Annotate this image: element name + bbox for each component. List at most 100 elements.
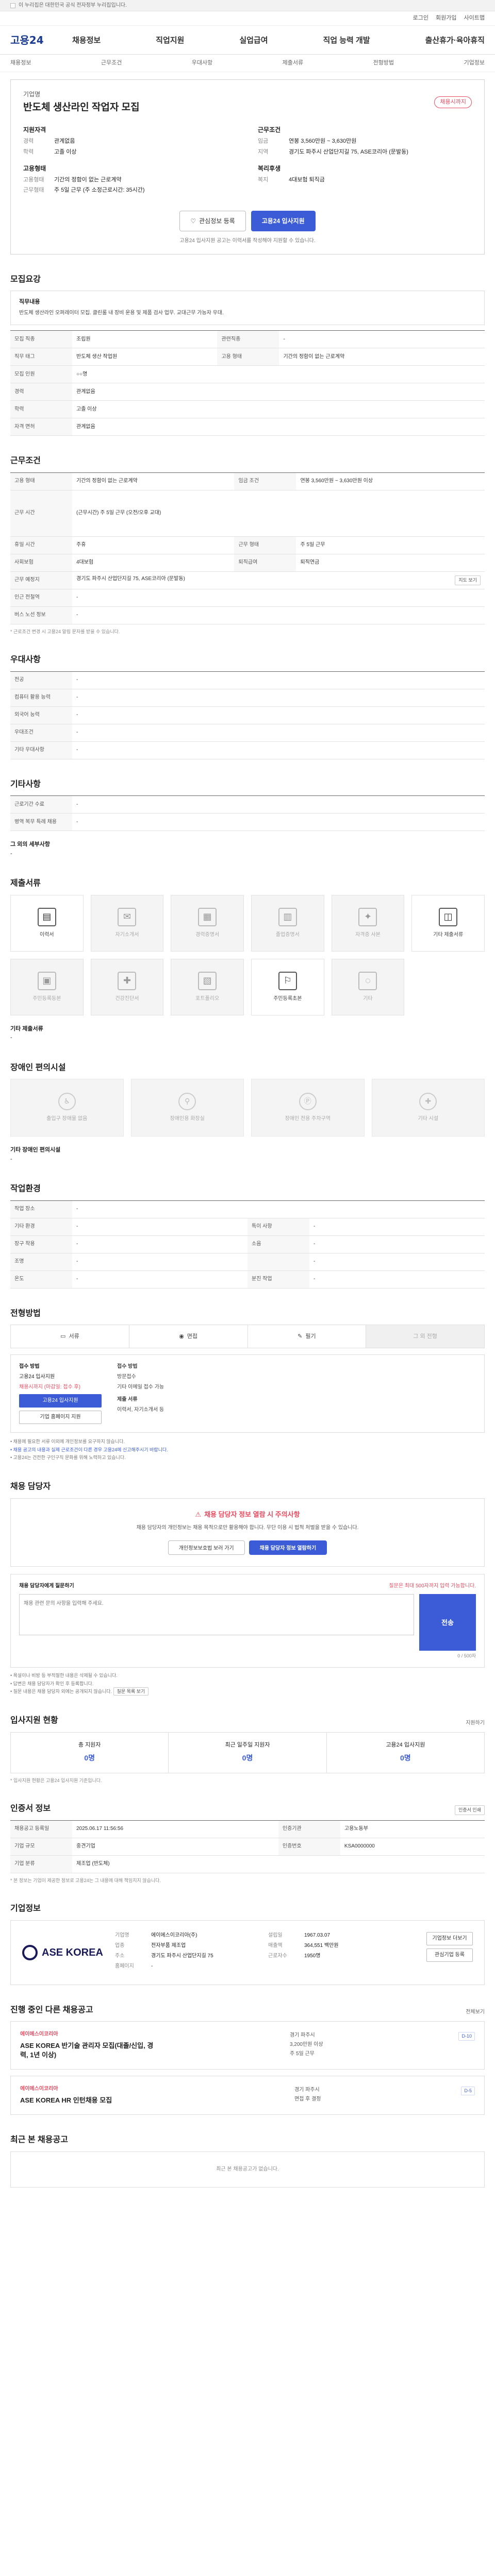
sitemap-link[interactable]: 사이트맵 [464, 14, 485, 22]
tab-other[interactable]: 그 외 전형 [366, 1325, 484, 1348]
job-title: ASE KOREA HR 인턴채용 모집 [20, 2096, 112, 2105]
th: 작업 장소 [10, 1200, 72, 1218]
section-label: 복리후생 [258, 164, 281, 172]
question-box: 채용 담당자에게 질문하기질문은 최대 500자까지 입력 가능합니다. 전송 … [10, 1573, 485, 1668]
doc-item: ▧ 포트폴리오 [171, 958, 244, 1015]
welfare-item: ✚ 기타 시설 [371, 1079, 485, 1137]
row-value: 경기도 파주시 산업단지길 75, ASE코리아 (문발동) [289, 148, 408, 155]
recruit-table: 모집 직종 조립원 관련직종 - 직무 태그 반도체 생산 작업원 고용 형태 기간의 정함이… [10, 330, 485, 436]
section-title: 모집요강 [10, 275, 41, 284]
q-label: 채용 담당자에게 질문하기 [19, 1583, 74, 1589]
gnb-training[interactable]: 직업 능력 개발 [323, 35, 370, 46]
snb-method[interactable]: 전형방법 [373, 59, 394, 67]
snb-pref[interactable]: 우대사항 [192, 59, 212, 67]
snb-company[interactable]: 기업정보 [464, 59, 484, 67]
method-note: • 채용에 필요한 서류 이외에 개인정보를 요구하지 않습니다. [10, 1439, 125, 1445]
meta-item: 경기 파주시 [294, 2087, 320, 2093]
apply-button-2[interactable]: 고용24 입사지원 [19, 1394, 102, 1408]
th [248, 1253, 309, 1271]
info-key: 기업명 [115, 1932, 129, 1938]
doc-label: 경력증명서 [195, 931, 220, 938]
info-key: 근로자수 [268, 1953, 287, 1959]
td: 기간의 정함이 없는 근로계약 [279, 348, 485, 366]
th: 외국어 능력 [10, 706, 72, 724]
gnb-support[interactable]: 직업지원 [156, 35, 184, 46]
method-period: 채용시까지 (마감일: 접수 후) [19, 1384, 80, 1391]
login-link[interactable]: 로그인 [413, 14, 428, 22]
document-icon: ▣ [37, 971, 56, 990]
stat-label: 총 지원자 [78, 1742, 101, 1749]
td: - [279, 330, 485, 349]
question-input[interactable] [19, 1594, 414, 1635]
td: - [72, 606, 485, 624]
heart-icon: ♡ [190, 217, 196, 225]
row-key: 근무형태 [23, 187, 44, 194]
privacy-law-button[interactable]: 개인정보보호법 보러 가기 [168, 1540, 245, 1555]
gnb-jobs[interactable]: 채용정보 [72, 35, 101, 46]
document-icon: ▤ [37, 907, 56, 926]
etc-value: - [10, 850, 12, 857]
td: 관계없음 [72, 418, 485, 436]
scrap-button[interactable]: ♡ 관심정보 등록 [179, 210, 246, 231]
question-list-button[interactable]: 질문 목록 보기 [113, 1687, 149, 1696]
td: 관계없음 [72, 383, 485, 401]
section-title: 인증서 정보 [10, 1804, 51, 1814]
th: 사회보험 [10, 554, 72, 572]
company-fav-button[interactable]: 관심기업 등록 [426, 1948, 473, 1962]
section-title: 진행 중인 다른 채용공고 [10, 2005, 93, 2014]
td: 4대보험 [72, 554, 235, 572]
join-link[interactable]: 회원가입 [436, 14, 456, 22]
q-notice: • 답변은 채용 담당자가 확인 후 등록합니다. [10, 1681, 94, 1686]
td: 주 5일 근무 [296, 536, 485, 554]
stat-label: 고용24 입사지원 [386, 1742, 425, 1749]
document-icon: ◫ [439, 907, 458, 926]
td: 기간의 정함이 없는 근로계약 [72, 472, 235, 490]
row-key: 임금 [258, 138, 269, 145]
tab-written[interactable]: ✎ 필기 [248, 1325, 367, 1348]
job-card[interactable]: 에이에스이코리아 ASE KOREA HR 인턴채용 모집 경기 파주시 면접 후 결… [10, 2076, 485, 2115]
snb-recruit[interactable]: 채용정보 [10, 59, 31, 67]
td: - [72, 589, 485, 607]
site-logo[interactable]: 고용24 [10, 33, 72, 47]
info-value: 1967.03.07 [304, 1932, 331, 1938]
info-value: 전자부품 제조업 [151, 1942, 186, 1948]
gnb-benefit[interactable]: 실업급여 [239, 35, 268, 46]
th: 우대조건 [10, 724, 72, 742]
welfare-label: 기타 장애인 편의시설 [10, 1147, 61, 1154]
td: - [309, 1235, 485, 1253]
row-key: 고용형태 [23, 176, 44, 183]
section-title: 근무조건 [10, 456, 41, 466]
gnb-leave[interactable]: 출산휴가·육아휴직 [425, 35, 485, 46]
th: 관련직종 [217, 330, 279, 349]
method-label: 제출 서류 [117, 1397, 138, 1403]
td: - [72, 1218, 248, 1236]
tab-interview[interactable]: ◉ 면접 [129, 1325, 248, 1348]
tab-docs[interactable]: ▭ 서류 [11, 1325, 129, 1348]
job-card[interactable]: 에이에스이코리아 ASE KOREA 반기술 관리자 모집(대졸/신입, 경력, … [10, 2021, 485, 2070]
company-more-button[interactable]: 기업정보 더보기 [426, 1931, 473, 1945]
send-button[interactable]: 전송 [419, 1594, 476, 1651]
snb-docs[interactable]: 제출서류 [283, 59, 303, 67]
td: - [72, 741, 485, 759]
apply-button[interactable]: 고용24 입사지원 [251, 210, 316, 231]
contact-warning: ⚠ 채용 담당자 정보 열람 시 주의사항 채용 담당자의 개인정보는 채용 목적… [10, 1498, 485, 1567]
homepage-apply-button[interactable]: 기업 홈페이지 지원 [19, 1411, 102, 1425]
td: 제조업 (반도체) [72, 1855, 485, 1873]
section-title: 우대사항 [10, 655, 41, 665]
facility-icon: ✚ [419, 1093, 437, 1111]
welfare-grid: ♿ 출입구 장애물 없음 ⚲ 장애인용 화장실 Ⓟ 장애인 전용 주차구역 ✚ 기타 시설 [10, 1079, 485, 1137]
map-button[interactable]: 지도 보기 [455, 575, 481, 585]
recent-empty: 최근 본 채용공고가 없습니다. [10, 2151, 485, 2188]
th: 컴퓨터 활용 능력 [10, 689, 72, 707]
doc-item: ▥ 졸업증명서 [251, 894, 324, 952]
view-contact-button[interactable]: 채용 담당자 정보 열람하기 [249, 1540, 327, 1555]
more-link[interactable]: 지원하기 [466, 1720, 485, 1727]
print-button[interactable]: 인증서 인쇄 [455, 1805, 485, 1815]
section-title: 기타사항 [10, 779, 41, 789]
row-value: 주 5일 근무 (주 소정근로시간: 35시간) [54, 187, 145, 194]
q-note: 질문은 최대 500자까지 입력 가능합니다. [389, 1583, 476, 1589]
snb-work[interactable]: 근무조건 [101, 59, 122, 67]
info-key: 설립일 [268, 1932, 283, 1938]
more-link[interactable]: 전체보기 [466, 2009, 485, 2016]
section-title: 최근 본 채용공고 [10, 2136, 68, 2145]
